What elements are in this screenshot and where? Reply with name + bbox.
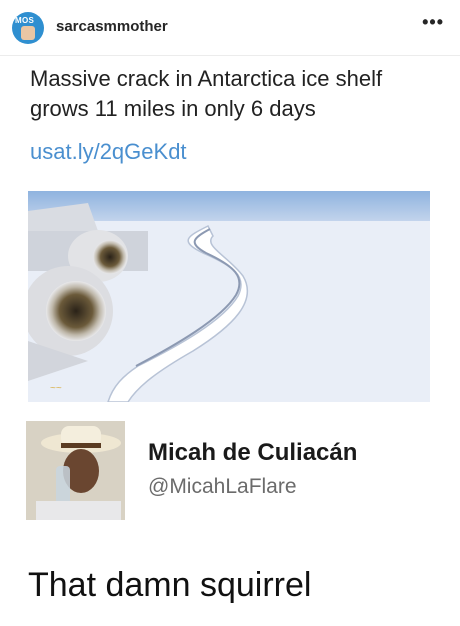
post-header: MOS sarcasmmother •••: [0, 0, 460, 56]
antarctic-ice-shelf-image: ~~: [28, 191, 430, 402]
article-headline: Massive crack in Antarctica ice shelf gr…: [30, 66, 383, 121]
tweet-display-name[interactable]: Micah de Culiacán: [148, 439, 357, 467]
article-link[interactable]: usat.ly/2qGeKdt: [30, 139, 187, 165]
username-link[interactable]: sarcasmmother: [56, 18, 168, 35]
profile-avatar[interactable]: MOS: [12, 12, 44, 44]
article-photo: ~~: [28, 191, 430, 402]
tweet-handle[interactable]: @MicahLaFlare: [148, 475, 297, 499]
tweet-text: That damn squirrel: [28, 566, 312, 604]
avatar-face-icon: [21, 26, 35, 40]
avatar-badge-text: MOS: [15, 16, 35, 25]
author-photo: [26, 421, 125, 520]
svg-text:~~: ~~: [50, 383, 62, 394]
more-options-icon[interactable]: •••: [422, 12, 444, 33]
tweet-author-avatar[interactable]: [26, 421, 125, 520]
